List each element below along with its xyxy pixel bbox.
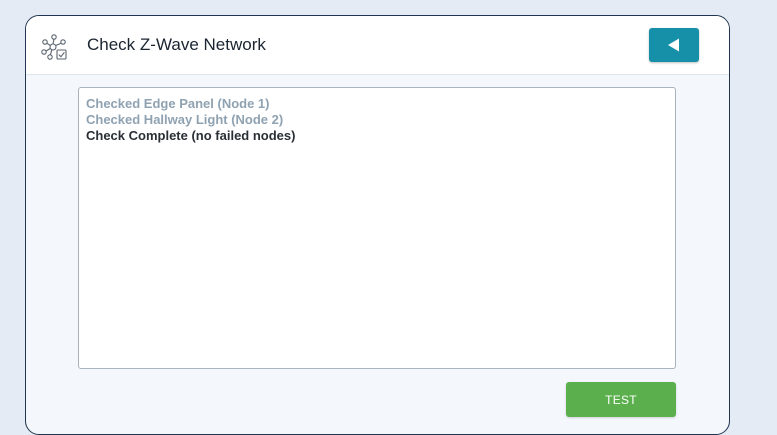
log-line: Check Complete (no failed nodes) — [86, 128, 296, 143]
test-button[interactable]: TEST — [566, 382, 676, 417]
page-title: Check Z-Wave Network — [87, 35, 266, 54]
log-line: Checked Edge Panel (Node 1) — [86, 96, 270, 111]
log-line: Checked Hallway Light (Node 2) — [86, 112, 284, 127]
network-check-icon — [39, 32, 69, 62]
back-button[interactable] — [649, 28, 699, 62]
check-network-panel: Check Z-Wave Network Checked Edge Panel … — [25, 15, 730, 435]
panel-header: Check Z-Wave Network — [26, 16, 729, 75]
back-arrow-icon — [668, 38, 679, 52]
network-check-log: Checked Edge Panel (Node 1) Checked Hall… — [78, 87, 676, 369]
